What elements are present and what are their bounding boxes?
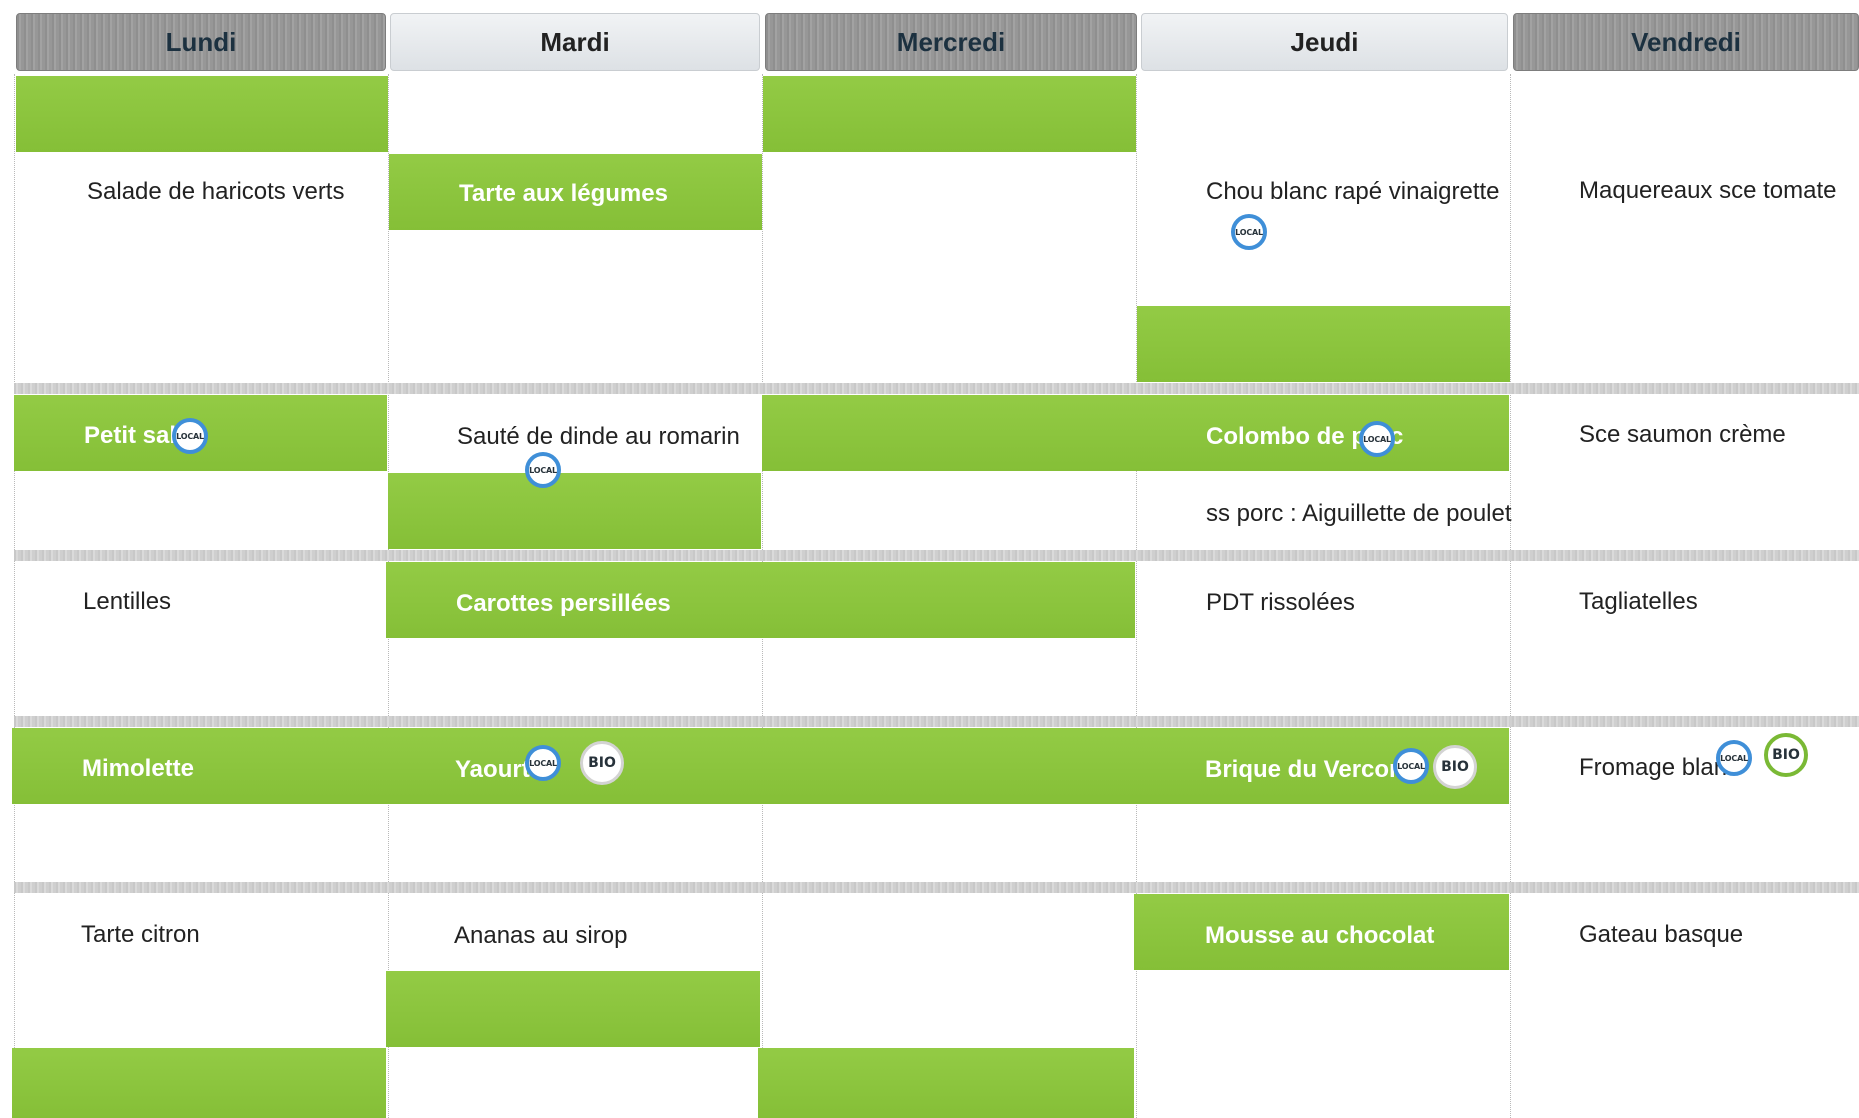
bio-badge-icon: BIO — [1764, 733, 1808, 777]
dish-jeudi-dessert: Mousse au chocolat — [1205, 922, 1435, 949]
local-badge-icon: LOCAL — [525, 452, 561, 488]
green-band — [763, 76, 1136, 152]
dish-mardi-dessert: Ananas au sirop — [454, 922, 628, 949]
local-badge-icon: LOCAL — [1359, 421, 1395, 457]
row-separator — [14, 550, 1859, 561]
day-header-vendredi: Vendredi — [1513, 13, 1859, 71]
local-badge-icon: LOCAL — [525, 745, 561, 781]
dish-mardi-plat: Sauté de dinde au romarin — [457, 423, 740, 450]
dish-vendredi-accompagnement: Tagliatelles — [1579, 588, 1698, 615]
dish-jeudi-alternative: ss porc : Aiguillette de poulet — [1206, 500, 1512, 527]
green-band — [760, 728, 1135, 804]
dish-lundi-fromage: Mimolette — [82, 755, 195, 782]
green-band — [762, 395, 1136, 471]
day-header-mercredi: Mercredi — [765, 13, 1137, 71]
green-band — [12, 1048, 386, 1118]
dish-jeudi-entree: Chou blanc rapé vinaigrette — [1206, 178, 1500, 205]
weekly-menu: Lundi Mardi Mercredi Jeudi Vendredi Sala… — [0, 0, 1859, 1118]
column-lundi — [14, 74, 388, 1118]
local-badge-icon: LOCAL — [172, 418, 208, 454]
dish-vendredi-dessert: Gateau basque — [1579, 921, 1744, 948]
bio-badge-icon: BIO — [1433, 745, 1477, 789]
day-header-mardi: Mardi — [390, 13, 760, 71]
dish-jeudi-fromage: Brique du Vercors — [1205, 756, 1412, 783]
green-band — [12, 728, 386, 804]
bio-badge-icon: BIO — [580, 741, 624, 785]
dish-vendredi-entree: Maquereaux sce tomate — [1579, 177, 1837, 204]
dish-lundi-dessert: Tarte citron — [81, 921, 200, 948]
dish-mardi-fromage: Yaourt — [455, 756, 530, 783]
dish-vendredi-plat: Sce saumon crème — [1579, 421, 1786, 448]
dish-mardi-entree: Tarte aux légumes — [459, 180, 668, 207]
local-badge-icon: LOCAL — [1231, 214, 1267, 250]
green-band — [386, 971, 760, 1047]
green-band — [16, 76, 388, 152]
green-band — [386, 728, 761, 804]
day-header-jeudi: Jeudi — [1141, 13, 1508, 71]
green-band — [761, 562, 1135, 638]
green-band — [1137, 306, 1510, 382]
dish-lundi-accompagnement: Lentilles — [83, 588, 172, 615]
green-band — [758, 1048, 1134, 1118]
dish-jeudi-accompagnement: PDT rissolées — [1206, 589, 1355, 616]
green-band — [388, 473, 761, 549]
row-separator — [14, 882, 1859, 893]
day-header-lundi: Lundi — [16, 13, 386, 71]
local-badge-icon: LOCAL — [1393, 748, 1429, 784]
dish-mardi-accompagnement: Carottes persillées — [456, 590, 671, 617]
dish-lundi-entree: Salade de haricots verts — [87, 178, 345, 205]
row-separator — [14, 383, 1859, 394]
local-badge-icon: LOCAL — [1716, 740, 1752, 776]
row-separator — [14, 716, 1859, 727]
